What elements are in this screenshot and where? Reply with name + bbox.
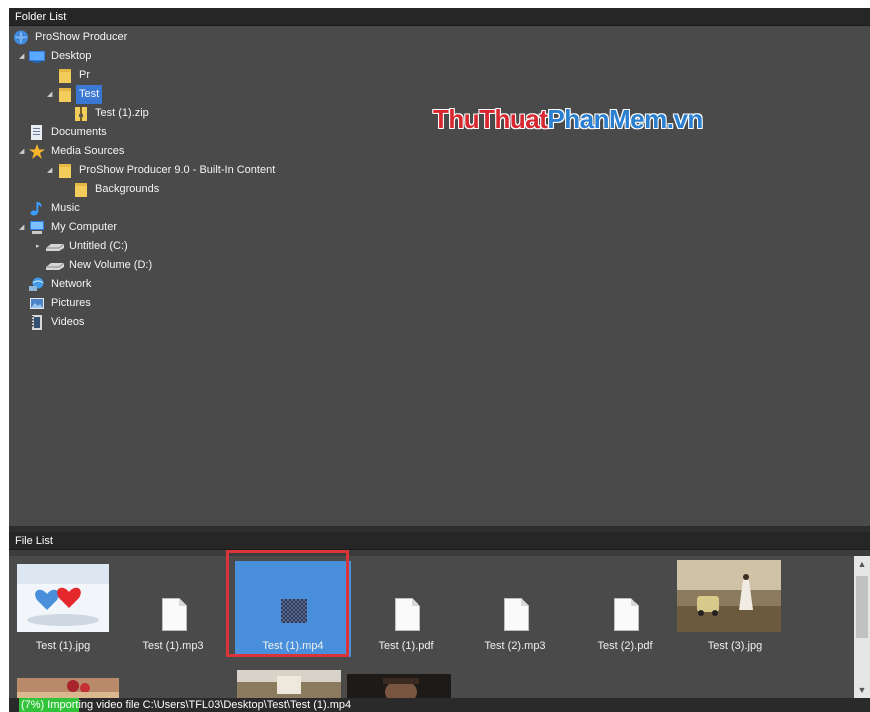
documents-icon	[29, 125, 45, 140]
expanded-triangle-icon[interactable]: ◢	[19, 218, 24, 237]
tree-item-label: ProShow Producer	[35, 31, 128, 43]
tree-item-label: Music	[51, 202, 80, 214]
video-loading-icon	[281, 599, 307, 626]
status-text: (7%) Importing video file C:\Users\TFL03…	[21, 699, 352, 711]
document-icon	[162, 598, 187, 631]
file-list-header: File List	[9, 532, 870, 550]
file-name: Test (2).mp3	[484, 640, 546, 652]
expanded-triangle-icon[interactable]: ◢	[19, 47, 24, 66]
pictures-icon	[29, 296, 45, 311]
videos-icon	[29, 315, 45, 330]
file-name: Test (1).mp3	[142, 640, 204, 652]
status-bar: (7%) Importing video file C:\Users\TFL03…	[9, 698, 870, 712]
scroll-up-arrow-icon[interactable]: ▲	[854, 556, 870, 572]
watermark-logo: ThuThuatPhanMem.vn	[433, 104, 703, 135]
zip-folder-icon	[73, 106, 89, 121]
expanded-triangle-icon[interactable]: ◢	[47, 161, 52, 180]
tree-item-label: Network	[51, 278, 92, 290]
proshow-browser-window: Folder List ProShow Producer ◢ Desktop P…	[9, 8, 870, 712]
collapsed-triangle-icon[interactable]: ▸	[36, 237, 40, 256]
folder-tree: ProShow Producer ◢ Desktop Pr ◢ Test Tes…	[9, 26, 870, 526]
folder-icon	[57, 68, 73, 83]
tree-item-label: Test (1).zip	[95, 107, 149, 119]
tree-item-label: Desktop	[51, 50, 92, 62]
document-icon	[395, 598, 420, 631]
tree-item-label: Untitled (C:)	[69, 240, 128, 252]
tree-item-label: Pr	[79, 69, 90, 81]
folder-icon	[57, 87, 73, 102]
expanded-triangle-icon[interactable]: ◢	[19, 142, 24, 161]
drive-icon	[45, 258, 65, 273]
tree-item-label: Test	[76, 85, 103, 104]
image-thumbnail[interactable]	[347, 674, 451, 698]
file-name: Test (1).jpg	[35, 640, 91, 652]
music-note-icon	[29, 201, 45, 216]
file-name: Test (1).mp4	[262, 640, 324, 652]
watermark-part-2: PhanMem.vn	[547, 104, 703, 134]
file-item-test-2-pdf[interactable]: Test (2).pdf	[571, 556, 679, 660]
file-item-test-2-mp3[interactable]: Test (2).mp3	[461, 556, 569, 660]
folder-icon	[57, 163, 73, 178]
tree-item-label: New Volume (D:)	[69, 259, 153, 271]
star-icon	[29, 144, 45, 159]
folder-list-header: Folder List	[9, 8, 870, 26]
file-list-scrollbar[interactable]: ▲ ▼	[854, 556, 870, 698]
desktop-icon	[29, 49, 45, 64]
tree-item-label: Documents	[51, 126, 107, 138]
tree-item-label: Backgrounds	[95, 183, 160, 195]
scroll-down-arrow-icon[interactable]: ▼	[854, 682, 870, 698]
drive-icon	[45, 239, 65, 254]
document-icon	[504, 598, 529, 631]
folder-icon	[73, 182, 89, 197]
file-item-test-3-jpg[interactable]: Test (3).jpg	[677, 556, 789, 660]
file-name: Test (3).jpg	[707, 640, 763, 652]
tree-item-label: Media Sources	[51, 145, 125, 157]
file-item-test-1-mp3[interactable]: Test (1).mp3	[119, 556, 227, 660]
tree-item-label: Videos	[51, 316, 85, 328]
tree-item-label: My Computer	[51, 221, 118, 233]
file-item-test-1-mp4[interactable]: Test (1).mp4	[235, 561, 351, 657]
file-list: Test (1).jpg Test (1).mp3 Test (1).mp4 T…	[9, 556, 854, 698]
computer-icon	[29, 220, 45, 235]
tree-item-label: Pictures	[51, 297, 91, 309]
file-name: Test (2).pdf	[597, 640, 653, 652]
document-icon	[614, 598, 639, 631]
file-item-test-1-jpg[interactable]: Test (1).jpg	[9, 556, 117, 660]
image-thumbnail	[677, 560, 781, 632]
image-thumbnail[interactable]	[237, 670, 341, 698]
proshow-app-icon	[13, 30, 29, 45]
file-name: Test (1).pdf	[378, 640, 434, 652]
scrollbar-thumb[interactable]	[856, 576, 868, 638]
tree-item-label: ProShow Producer 9.0 - Built-In Content	[79, 164, 276, 176]
image-thumbnail	[17, 564, 109, 632]
file-item-test-1-pdf[interactable]: Test (1).pdf	[352, 556, 460, 660]
image-thumbnail[interactable]	[17, 678, 119, 698]
network-icon	[29, 277, 45, 292]
watermark-part-1: ThuThuat	[433, 104, 548, 134]
expanded-triangle-icon[interactable]: ◢	[47, 85, 52, 104]
